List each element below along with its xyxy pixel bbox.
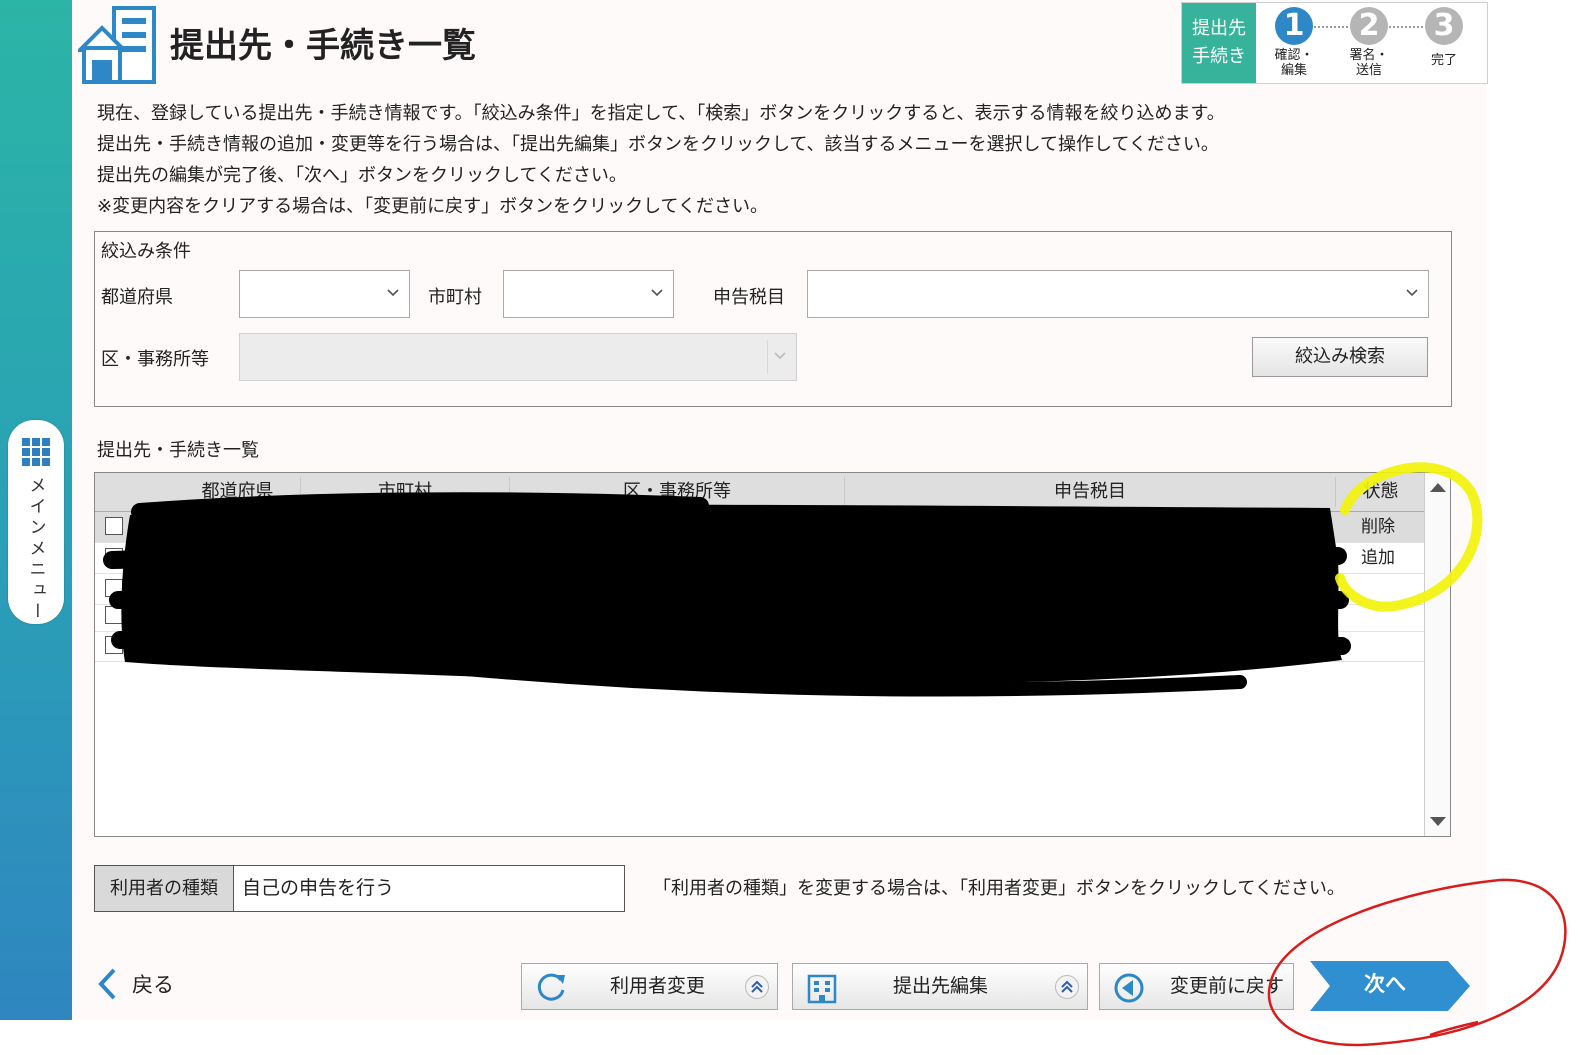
description-line: 提出先の編集が完了後、「次へ」ボタンをクリックしてください。 bbox=[97, 165, 627, 186]
step-2: 2 署名・ 送信 bbox=[1339, 7, 1399, 78]
row-status: 削除 bbox=[1361, 517, 1395, 537]
table-row[interactable] bbox=[95, 601, 1425, 632]
current-step-line1: 提出先 bbox=[1192, 18, 1246, 39]
building-icon bbox=[807, 974, 837, 1004]
revert-button[interactable]: 変更前に戻す bbox=[1099, 963, 1294, 1010]
row-checkbox[interactable] bbox=[105, 548, 123, 566]
destination-table: 都道府県 市町村 区・事務所等 申告税目 状態 削除 追加 bbox=[94, 472, 1451, 837]
filter-title: 絞込み条件 bbox=[101, 241, 191, 262]
step-3-line1: 完了 bbox=[1430, 53, 1457, 68]
step-2-line2: 送信 bbox=[1355, 63, 1382, 78]
step-3: 3 完了 bbox=[1414, 7, 1474, 68]
prefecture-select[interactable] bbox=[239, 270, 410, 318]
back-label: 戻る bbox=[132, 973, 174, 997]
table-row[interactable]: 削除 bbox=[95, 512, 1425, 543]
table-row[interactable] bbox=[95, 631, 1425, 662]
description-line: 現在、登録している提出先・手続き情報です。「絞込み条件」を指定して、「検索」ボタ… bbox=[97, 103, 1225, 124]
table-header: 都道府県 市町村 区・事務所等 申告税目 状態 bbox=[95, 473, 1425, 512]
description-line: ※変更内容をクリアする場合は、「変更前に戻す」ボタンをクリックしてください。 bbox=[97, 196, 768, 217]
edit-destination-label: 提出先編集 bbox=[893, 975, 989, 997]
page-title: 提出先・手続き一覧 bbox=[170, 26, 476, 66]
main-menu-tab[interactable]: メインメニュー bbox=[8, 420, 64, 624]
column-header-tax: 申告税目 bbox=[1054, 481, 1126, 502]
column-header-status: 状態 bbox=[1362, 481, 1399, 502]
next-button[interactable]: 次へ bbox=[1310, 961, 1470, 1011]
step-1-number: 1 bbox=[1275, 7, 1313, 45]
list-title: 提出先・手続き一覧 bbox=[97, 440, 259, 461]
table-scrollbar[interactable] bbox=[1424, 473, 1450, 836]
double-chevron-up-icon bbox=[745, 975, 769, 999]
row-checkbox[interactable] bbox=[105, 636, 123, 654]
step-3-number: 3 bbox=[1425, 7, 1463, 45]
next-label: 次へ bbox=[1364, 972, 1406, 996]
user-type-value: 自己の申告を行う bbox=[242, 877, 395, 899]
prefecture-label: 都道府県 bbox=[101, 287, 173, 308]
tax-label: 申告税目 bbox=[713, 287, 785, 308]
chevron-down-icon bbox=[651, 289, 663, 297]
step-1: 1 確認・ 編集 bbox=[1264, 7, 1324, 78]
progress-stepper: 提出先 手続き 1 確認・ 編集 2 署名・ 送信 3 完了 bbox=[1181, 2, 1488, 84]
chevron-left-icon bbox=[98, 968, 116, 1000]
row-checkbox[interactable] bbox=[105, 606, 123, 624]
office-select bbox=[239, 333, 797, 381]
step-2-number: 2 bbox=[1350, 7, 1388, 45]
change-user-button[interactable]: 利用者変更 bbox=[521, 963, 778, 1010]
row-checkbox[interactable] bbox=[105, 517, 123, 535]
chevron-down-icon bbox=[774, 352, 786, 360]
refresh-icon bbox=[537, 973, 565, 1001]
chevron-down-icon bbox=[1406, 289, 1418, 297]
row-checkbox[interactable] bbox=[105, 579, 123, 597]
row-status: 追加 bbox=[1361, 548, 1395, 568]
change-user-label: 利用者変更 bbox=[610, 975, 706, 997]
current-step: 提出先 手続き bbox=[1182, 3, 1256, 83]
user-type-label: 利用者の種類 bbox=[95, 866, 234, 911]
scroll-down-icon[interactable] bbox=[1430, 817, 1446, 826]
scroll-up-icon[interactable] bbox=[1430, 483, 1446, 492]
description-line: 提出先・手続き情報の追加・変更等を行う場合は、「提出先編集」ボタンをクリックして… bbox=[97, 134, 1219, 155]
user-type-note: 「利用者の種類」を変更する場合は、「利用者変更」ボタンをクリックしてください。 bbox=[653, 878, 1345, 899]
double-chevron-up-icon bbox=[1055, 975, 1079, 999]
circle-left-icon bbox=[1114, 973, 1144, 1003]
grid-menu-icon bbox=[22, 438, 50, 466]
main-menu-label: メインメニュー bbox=[25, 476, 46, 623]
current-step-line2: 手続き bbox=[1192, 46, 1246, 67]
edit-destination-button[interactable]: 提出先編集 bbox=[792, 963, 1088, 1010]
step-2-line1: 署名・ bbox=[1349, 48, 1389, 63]
office-label: 区・事務所等 bbox=[101, 349, 209, 370]
step-1-line1: 確認・ bbox=[1274, 48, 1314, 63]
building-list-icon bbox=[78, 6, 156, 84]
filter-search-button[interactable]: 絞込み検索 bbox=[1252, 337, 1428, 377]
tax-select[interactable] bbox=[807, 270, 1429, 318]
user-type-field: 利用者の種類 自己の申告を行う bbox=[94, 865, 625, 912]
column-header-city: 市町村 bbox=[378, 481, 432, 502]
city-label: 市町村 bbox=[428, 287, 482, 308]
revert-label: 変更前に戻す bbox=[1170, 975, 1285, 997]
chevron-down-icon bbox=[387, 289, 399, 297]
table-row[interactable]: 追加 bbox=[95, 543, 1425, 574]
city-select[interactable] bbox=[503, 270, 674, 318]
column-header-office: 区・事務所等 bbox=[623, 481, 731, 502]
sidebar: メインメニュー bbox=[0, 0, 72, 1020]
back-link[interactable]: 戻る bbox=[96, 966, 174, 1002]
step-1-line2: 編集 bbox=[1280, 63, 1307, 78]
